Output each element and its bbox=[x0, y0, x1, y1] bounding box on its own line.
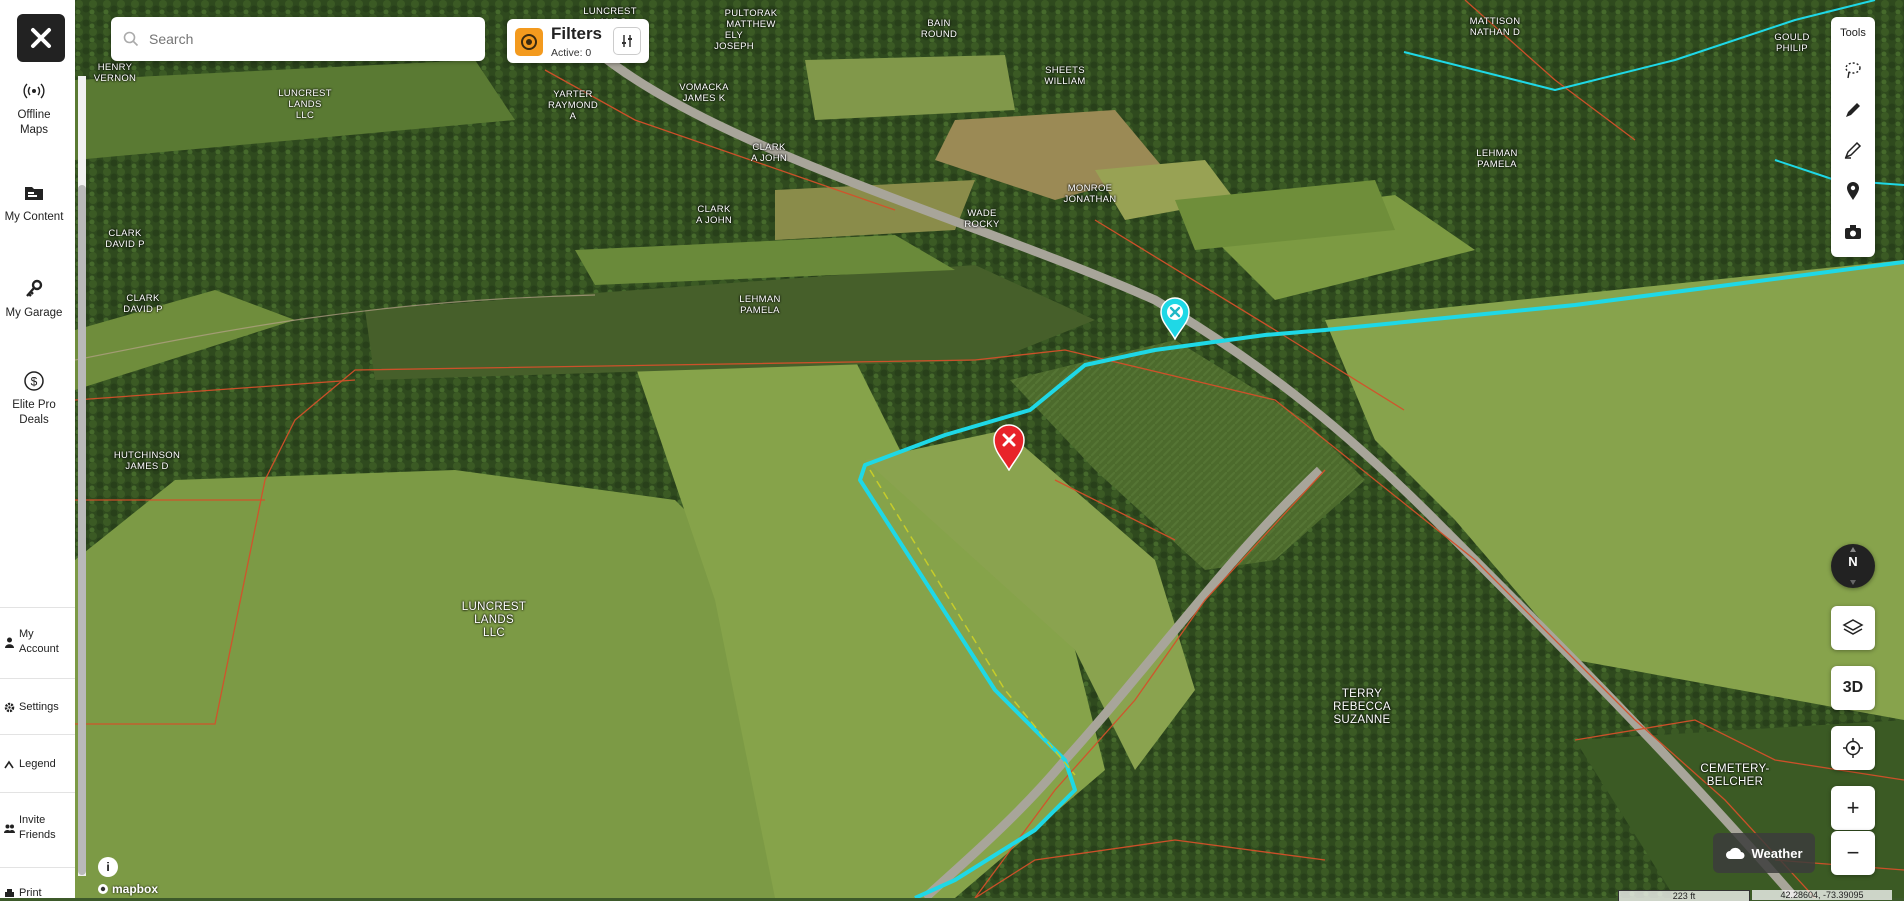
attribution-info-button[interactable]: i bbox=[98, 857, 118, 877]
parcel-label: LEHMAN PAMELA bbox=[739, 294, 781, 316]
sliders-icon bbox=[622, 35, 632, 47]
camera-icon[interactable] bbox=[1843, 222, 1863, 242]
search-input[interactable] bbox=[147, 30, 451, 48]
filters-title: Filters bbox=[551, 24, 603, 43]
cloud-icon bbox=[1726, 847, 1745, 859]
sidebar-item-label: Elite Pro Deals bbox=[12, 399, 56, 426]
parcel-label: ELY JOSEPH bbox=[714, 30, 754, 52]
sidebar-divider bbox=[0, 867, 75, 868]
sidebar-item-offline-maps[interactable]: Offline Maps bbox=[0, 80, 68, 138]
sidebar-item-legend[interactable]: Legend bbox=[0, 757, 75, 772]
tools-title: Tools bbox=[1840, 27, 1866, 39]
parcel-label: LUNCREST LANDS LLC bbox=[278, 88, 332, 121]
parcel-label: GOULD PHILIP bbox=[1774, 32, 1810, 54]
sidebar-divider bbox=[0, 734, 75, 735]
search-box[interactable] bbox=[111, 17, 485, 61]
parcel-label: MONROE JONATHAN bbox=[1063, 183, 1117, 205]
parcel-label: CLARK DAVID P bbox=[123, 293, 163, 315]
search-icon bbox=[123, 31, 139, 47]
parcel-label: BAIN ROUND bbox=[920, 18, 958, 40]
legend-icon bbox=[4, 760, 14, 769]
close-button[interactable] bbox=[17, 14, 65, 62]
sidebar-item-label: Settings bbox=[19, 701, 59, 713]
weather-button[interactable]: Weather bbox=[1713, 833, 1815, 873]
satellite-imagery bbox=[75, 0, 1904, 898]
parcel-label: PULTORAK MATTHEW bbox=[724, 8, 778, 30]
person-icon bbox=[5, 637, 14, 648]
sidebar-item-my-content[interactable]: My Content bbox=[0, 182, 68, 225]
pin-icon[interactable] bbox=[1843, 181, 1863, 201]
sidebar-item-label: Offline Maps bbox=[17, 109, 51, 136]
sidebar-item-label: Print bbox=[19, 887, 42, 899]
filters-active-count: Active: 0 bbox=[551, 47, 592, 59]
cyan-waypoint-marker-icon[interactable] bbox=[1159, 296, 1191, 340]
sidebar-item-my-garage[interactable]: My Garage bbox=[0, 278, 68, 321]
parcel-label: LEHMAN PAMELA bbox=[1476, 148, 1518, 170]
scale-bar: 223 ft bbox=[1618, 890, 1750, 901]
red-waypoint-marker-icon[interactable] bbox=[992, 423, 1026, 471]
pencil-icon[interactable] bbox=[1843, 100, 1863, 120]
sidebar-item-label: My Content bbox=[4, 211, 64, 223]
parcel-label: CLARK A JOHN bbox=[695, 204, 733, 226]
sidebar-item-settings[interactable]: Settings bbox=[0, 700, 75, 715]
sidebar-divider bbox=[0, 607, 75, 608]
locate-button[interactable] bbox=[1831, 726, 1875, 770]
filters-logo-icon bbox=[515, 28, 543, 56]
parcel-label: TERRY REBECCA SUZANNE bbox=[1333, 688, 1391, 726]
parcel-label: VOMACKA JAMES K bbox=[679, 82, 729, 104]
sidebar-item-label: My Account bbox=[19, 628, 59, 655]
close-icon bbox=[31, 28, 51, 48]
parcel-label: LUNCREST LANDS LLC bbox=[461, 601, 527, 639]
lasso-icon[interactable] bbox=[1843, 60, 1863, 80]
crosshair-icon bbox=[1843, 738, 1863, 758]
people-icon bbox=[4, 824, 15, 833]
parcel-label: SHEETS WILLIAM bbox=[1044, 65, 1086, 87]
parcel-label: CLARK A JOHN bbox=[750, 142, 788, 164]
sidebar-item-elite-pro-deals[interactable]: $ Elite Pro Deals bbox=[0, 370, 68, 428]
weather-label: Weather bbox=[1751, 845, 1803, 861]
sidebar-item-invite-friends[interactable]: Invite Friends bbox=[0, 813, 75, 843]
tools-panel: Tools bbox=[1831, 17, 1875, 257]
zoom-out-button[interactable]: − bbox=[1831, 831, 1875, 875]
sidebar-item-label: Legend bbox=[19, 758, 56, 770]
gear-icon bbox=[4, 702, 15, 713]
offline-signal-icon bbox=[23, 83, 45, 99]
parcel-label: CEMETERY- BELCHER bbox=[1700, 763, 1770, 788]
parcel-label: HUTCHINSON JAMES D bbox=[113, 450, 181, 472]
print-icon bbox=[5, 889, 14, 897]
mapbox-icon bbox=[98, 884, 108, 894]
svg-text:$: $ bbox=[31, 375, 38, 389]
compass-button[interactable]: N bbox=[1831, 544, 1875, 588]
sidebar-item-print[interactable]: Print bbox=[0, 886, 75, 901]
sidebar-divider bbox=[0, 792, 75, 793]
filters-panel[interactable]: Filters Active: 0 bbox=[507, 19, 649, 63]
parcel-label: CLARK DAVID P bbox=[105, 228, 145, 250]
layers-button[interactable] bbox=[1831, 606, 1875, 650]
sidebar-divider bbox=[0, 678, 75, 679]
parcel-label: WADE ROCKY bbox=[964, 208, 1000, 230]
zoom-in-button[interactable]: + bbox=[1831, 786, 1875, 830]
sidebar-item-label: My Garage bbox=[5, 307, 63, 319]
compass-label: N bbox=[1848, 554, 1858, 569]
key-icon bbox=[26, 279, 43, 297]
folder-icon bbox=[25, 187, 43, 200]
parcel-label: HENRY VERNON bbox=[93, 62, 137, 84]
map-canvas[interactable]: LUNCREST LANDS LLC HUTCHINSON JAMES D CL… bbox=[75, 0, 1904, 898]
dollar-icon: $ bbox=[24, 371, 44, 391]
sidebar-item-my-account[interactable]: My Account bbox=[0, 627, 75, 657]
sidebar: Offline Maps My Content My Garage $ Elit… bbox=[0, 0, 75, 901]
parcel-label: YARTER RAYMOND A bbox=[548, 89, 598, 122]
3d-toggle-button[interactable]: 3D bbox=[1831, 666, 1875, 710]
sidebar-scrollbar-thumb[interactable] bbox=[78, 185, 86, 875]
parcel-label: MATTISON NATHAN D bbox=[1469, 16, 1521, 38]
coordinates-readout: 42.28604, -73.39095 bbox=[1752, 890, 1892, 900]
sidebar-item-label: Invite Friends bbox=[19, 814, 56, 841]
mapbox-wordmark: mapbox bbox=[112, 882, 159, 896]
measure-icon[interactable] bbox=[1843, 140, 1863, 160]
layers-icon bbox=[1842, 619, 1864, 635]
filters-adjust-button[interactable] bbox=[613, 27, 641, 55]
mapbox-logo: mapbox bbox=[97, 882, 158, 896]
